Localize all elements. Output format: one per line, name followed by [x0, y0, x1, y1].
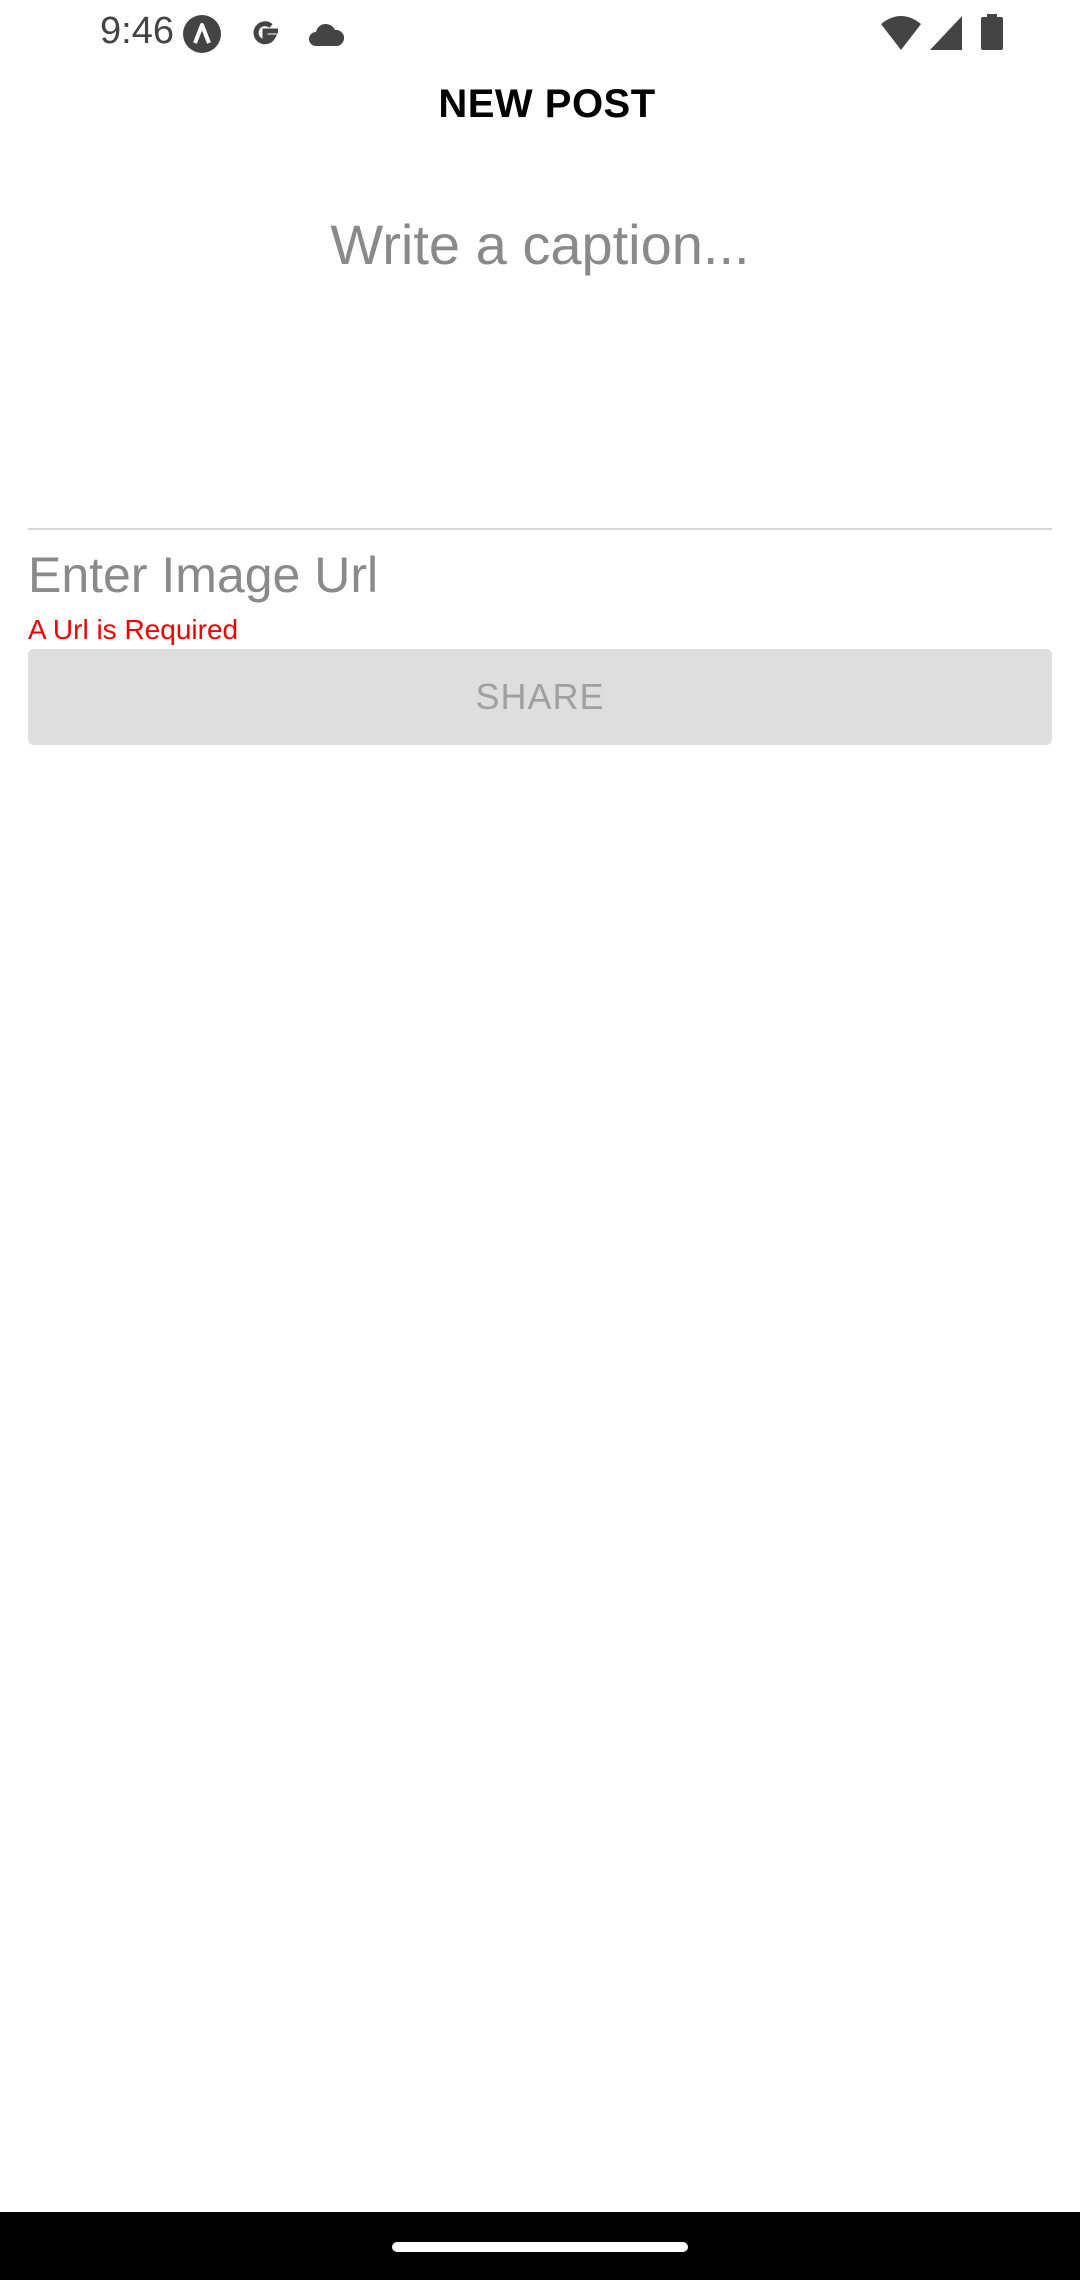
- new-post-screen: 9:46 NEW POST Write a caption... Enter I…: [0, 0, 1080, 2280]
- share-button[interactable]: SHARE: [28, 649, 1052, 745]
- google-g-icon: [245, 14, 285, 54]
- android-a-icon: [182, 14, 222, 54]
- cell-signal-icon: [928, 14, 968, 54]
- wifi-icon: [880, 14, 921, 54]
- navigation-bar: [0, 2212, 1080, 2280]
- image-url-input[interactable]: [28, 540, 1052, 610]
- caption-input[interactable]: [28, 200, 1052, 530]
- status-bar: 9:46: [0, 0, 1080, 66]
- battery-icon: [980, 14, 1004, 54]
- cloud-icon: [306, 16, 346, 56]
- status-time: 9:46: [100, 10, 174, 52]
- url-error-message: A Url is Required: [28, 614, 239, 645]
- page-title: NEW POST: [438, 82, 656, 126]
- home-gesture-handle[interactable]: [392, 2242, 688, 2252]
